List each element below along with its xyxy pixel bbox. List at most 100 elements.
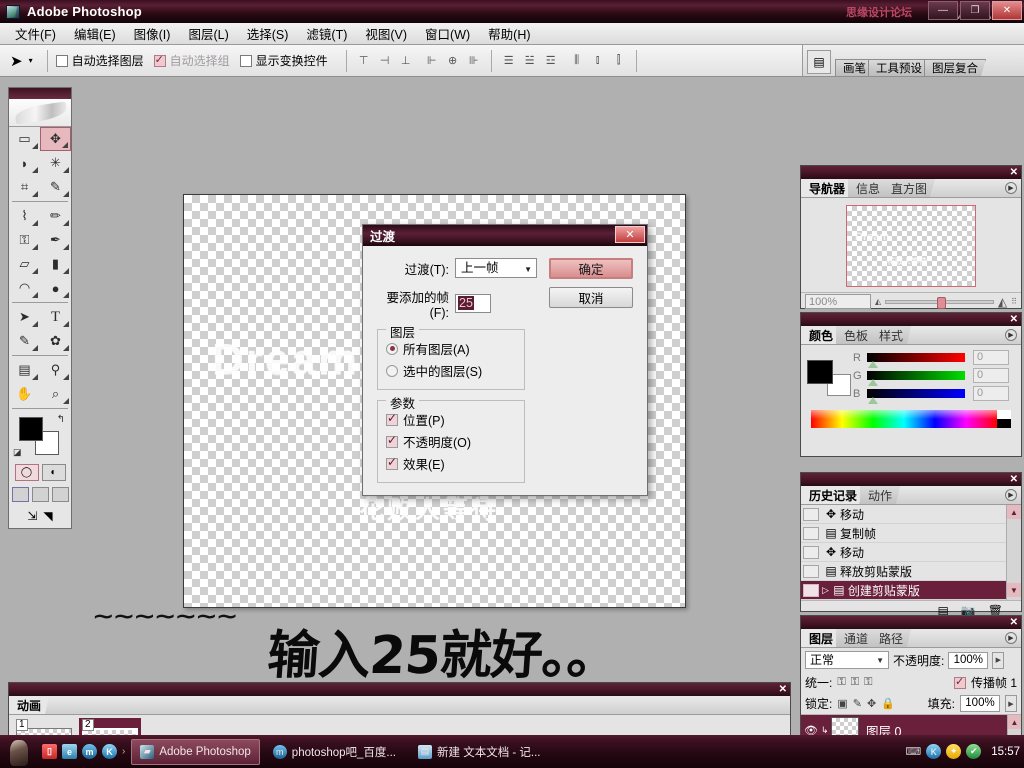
history-snapshot-checkbox[interactable] <box>803 565 819 578</box>
default-colors-icon[interactable]: ◪ <box>13 447 22 458</box>
tool-eyedropper[interactable]: ⚲ <box>40 358 71 382</box>
align-top-edges-icon[interactable]: ⊤ <box>355 52 373 70</box>
selected-layers-option[interactable]: 选中的图层(S) <box>386 361 516 380</box>
show-desktop-icon[interactable]: ▯ <box>42 744 57 759</box>
spectrum-bar[interactable] <box>811 410 997 428</box>
taskbar-item-notepad[interactable]: ▤ 新建 文本文档 - 记... <box>409 739 550 765</box>
auto-select-layer-option[interactable]: 自动选择图层 <box>56 52 144 69</box>
menu-layer[interactable]: 图层(L) <box>179 22 237 45</box>
spectrum-endpoints[interactable] <box>997 410 1011 428</box>
opacity-checkbox[interactable] <box>386 436 398 448</box>
zoom-slider-knob[interactable] <box>937 297 946 309</box>
unify-visibility-icon[interactable]: ⚿ <box>851 676 859 689</box>
shield-tray-icon[interactable]: ✦ <box>946 744 961 759</box>
quick-mask-mode-button[interactable]: ◐ <box>42 464 66 481</box>
tool-eraser[interactable]: ▱ <box>9 252 40 276</box>
dialog-close-button[interactable]: ✕ <box>615 226 645 243</box>
tab-styles[interactable]: 样式 <box>871 326 911 344</box>
history-scroll-down-icon[interactable]: ▼ <box>1007 583 1021 597</box>
tab-info[interactable]: 信息 <box>848 179 888 197</box>
opacity-option[interactable]: 不透明度(O) <box>386 432 516 451</box>
taskbar-clock[interactable]: 15:57 <box>991 746 1020 758</box>
frames-to-add-input[interactable]: 25 <box>455 294 491 313</box>
unify-style-icon[interactable]: ⚿ <box>864 676 872 689</box>
palette-tab-layer-comps[interactable]: 图层复合 <box>924 59 986 76</box>
resize-grip-icon[interactable]: ⠿ <box>1011 297 1017 306</box>
animation-panel-titlebar[interactable]: ✕ <box>9 683 790 696</box>
layers-panel-titlebar[interactable]: ✕ <box>801 616 1021 629</box>
tool-magic-wand[interactable]: ✳ <box>40 151 71 175</box>
menu-select[interactable]: 选择(S) <box>238 22 298 45</box>
show-transform-controls-option[interactable]: 显示变换控件 <box>240 52 328 69</box>
navigator-close-icon[interactable]: ✕ <box>1010 166 1018 179</box>
close-button[interactable]: ✕ <box>992 1 1022 20</box>
swap-colors-icon[interactable]: ↰ <box>57 414 65 425</box>
tab-swatches[interactable]: 色板 <box>836 326 876 344</box>
internet-explorer-icon[interactable]: e <box>62 744 77 759</box>
history-close-icon[interactable]: ✕ <box>1010 473 1018 486</box>
opacity-slider-arrow-icon[interactable]: ▶ <box>992 652 1004 669</box>
channel-b-marker[interactable] <box>868 397 878 404</box>
tab-navigator[interactable]: 导航器 <box>801 179 853 197</box>
channel-g-slider[interactable] <box>867 371 965 380</box>
tool-crop[interactable]: ⌗ <box>9 175 40 199</box>
toolbox-drag-handle[interactable] <box>9 88 71 99</box>
auto-select-group-checkbox[interactable] <box>154 55 166 67</box>
standard-mask-mode-button[interactable]: ◯ <box>15 464 39 481</box>
all-layers-option[interactable]: 所有图层(A) <box>386 339 516 358</box>
menu-filter[interactable]: 滤镜(T) <box>297 22 356 45</box>
quick-launch-chevron-icon[interactable]: › <box>122 746 125 757</box>
align-horizontal-centers-icon[interactable]: ⊕ <box>444 52 462 70</box>
standard-screen-mode-button[interactable] <box>12 487 29 502</box>
tool-slice[interactable]: ✎ <box>40 175 71 199</box>
channel-g-marker[interactable] <box>868 379 878 386</box>
tool-path-selection[interactable]: ➤ <box>9 305 40 329</box>
unify-position-icon[interactable]: ⚿ <box>837 676 845 689</box>
dialog-titlebar[interactable]: 过渡 ✕ <box>363 225 647 246</box>
distribute-left-edges-icon[interactable]: ⫼ <box>568 52 586 70</box>
palette-well-toggle-icon[interactable]: ▤ <box>807 50 831 74</box>
tool-custom-shape[interactable]: ✿ <box>40 329 71 353</box>
align-vertical-centers-icon[interactable]: ⊣ <box>376 52 394 70</box>
tool-dodge[interactable]: ● <box>40 276 71 300</box>
channel-g-value[interactable]: 0 <box>973 368 1009 383</box>
history-snapshot-checkbox[interactable] <box>803 508 819 521</box>
taskbar-item-photoshop[interactable]: ▰ Adobe Photoshop <box>131 739 259 765</box>
align-right-edges-icon[interactable]: ⊪ <box>465 52 483 70</box>
full-screen-mode-button[interactable] <box>52 487 69 502</box>
tool-pen[interactable]: ✎ <box>9 329 40 353</box>
minimize-button[interactable]: — <box>928 1 958 20</box>
color-foreground-swatch[interactable] <box>807 360 833 384</box>
navigator-preview[interactable]: Dream 花败人等待 <box>807 202 1015 290</box>
tween-with-select[interactable]: 上一帧 <box>455 258 537 278</box>
tool-notes[interactable]: ▤ <box>9 358 40 382</box>
zoom-out-icon[interactable]: ◭ <box>875 297 881 306</box>
history-snapshot-checkbox[interactable] <box>803 584 819 597</box>
history-panel-titlebar[interactable]: ✕ <box>801 473 1021 486</box>
tab-paths[interactable]: 路径 <box>871 629 911 647</box>
blend-mode-select[interactable]: 正常 <box>805 651 889 669</box>
show-transform-controls-checkbox[interactable] <box>240 55 252 67</box>
tab-history[interactable]: 历史记录 <box>801 486 865 504</box>
cancel-button[interactable]: 取消 <box>549 287 633 308</box>
fill-slider-arrow-icon[interactable]: ▶ <box>1005 695 1017 712</box>
jump-to-imageready-icon[interactable]: ⇲ <box>27 509 37 523</box>
lock-transparency-icon[interactable]: ▣ <box>837 697 847 710</box>
channel-r-slider[interactable] <box>867 353 965 362</box>
color-panel-titlebar[interactable]: ✕ <box>801 313 1021 326</box>
tool-gradient[interactable]: ▮ <box>40 252 71 276</box>
auto-select-group-option[interactable]: 自动选择组 <box>154 52 230 69</box>
kingsoft-icon[interactable]: K <box>102 744 117 759</box>
history-item[interactable]: ▤ 释放剪贴蒙版 <box>801 562 1021 581</box>
tab-actions[interactable]: 动作 <box>860 486 900 504</box>
media-player-icon[interactable]: m <box>82 744 97 759</box>
lock-image-icon[interactable]: ✎ <box>853 697 862 710</box>
effects-checkbox[interactable] <box>386 458 398 470</box>
effects-option[interactable]: 效果(E) <box>386 454 516 473</box>
start-button[interactable] <box>2 737 36 767</box>
spectrum-white[interactable] <box>997 410 1011 419</box>
history-item[interactable]: ✥ 移动 <box>801 543 1021 562</box>
history-scroll-up-icon[interactable]: ▲ <box>1007 505 1021 519</box>
layers-menu-icon[interactable]: ▶ <box>1005 632 1017 644</box>
selected-layers-radio[interactable] <box>386 365 398 377</box>
